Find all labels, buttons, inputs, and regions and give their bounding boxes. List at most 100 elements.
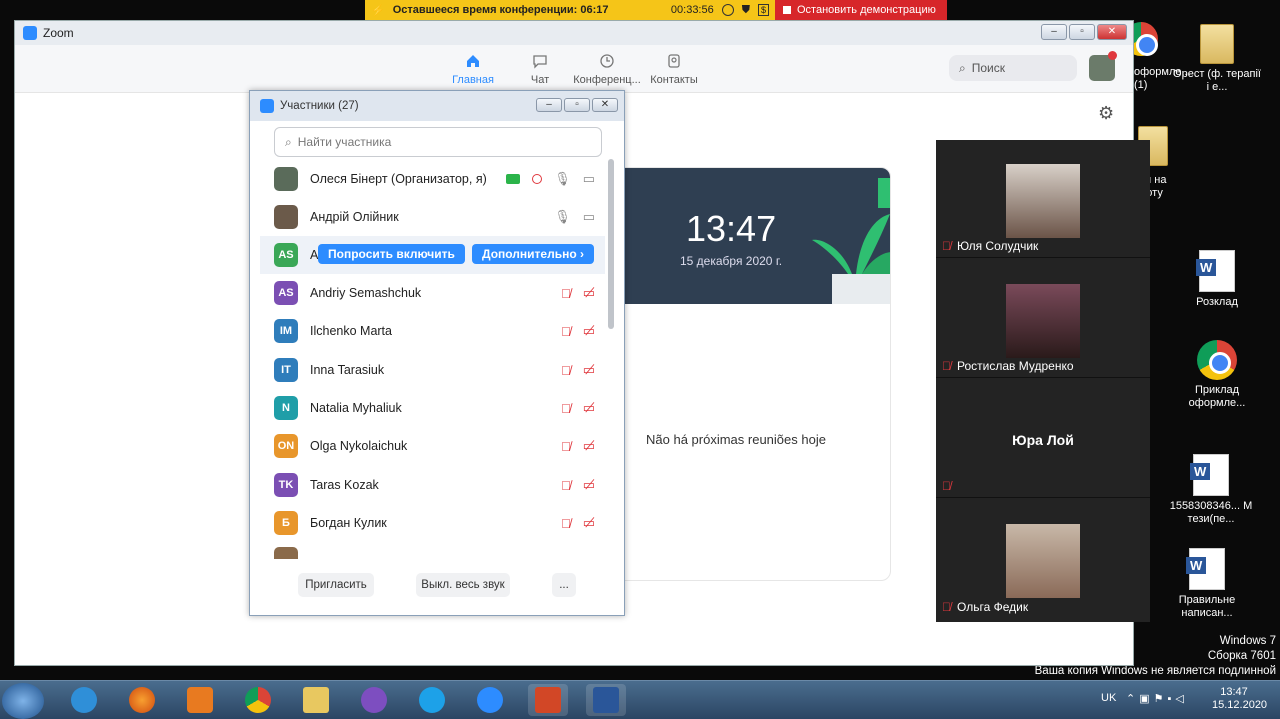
stop-share-button[interactable]: Остановить демонстрацию (775, 0, 947, 20)
mute-all-button[interactable]: Выкл. весь звук (416, 573, 510, 597)
media-player-icon[interactable] (180, 684, 220, 716)
minimize-button[interactable]: – (536, 98, 562, 112)
mic-muted-icon: 🎙̸ (942, 239, 951, 253)
bolt-icon: ⚡ (371, 4, 385, 17)
mic-muted-icon[interactable]: 🎙̸ (561, 286, 571, 301)
participants-titlebar: Участники (27) – ▫ ✕ (250, 91, 624, 121)
desktop-icon-rozklad[interactable]: W Розклад (1172, 250, 1262, 309)
maximize-button[interactable]: ▫ (564, 98, 590, 112)
desktop-icon-pryklad[interactable]: Приклад оформле... (1172, 340, 1262, 410)
participant-name: Олеся Бінерт (Организатор, я) (310, 172, 487, 186)
participant-row[interactable]: AS Andriy Semashchuk 🎙̸ ▭̸ (260, 274, 605, 312)
language-indicator[interactable]: UK (1101, 692, 1116, 704)
stop-icon (783, 6, 791, 14)
mic-muted-icon[interactable]: 🎙̸ (561, 439, 571, 454)
participant-name: Андрій Олійник (310, 210, 399, 224)
mic-muted-icon[interactable]: 🎙̸ (561, 516, 571, 531)
contacts-icon (668, 54, 680, 68)
invite-button[interactable]: Пригласить (298, 573, 374, 597)
participant-row[interactable]: N Natalia Myhaliuk 🎙̸ ▭̸ (260, 389, 605, 427)
video-tile[interactable]: 🎙̸ Юля Солудчик (936, 140, 1150, 258)
mic-muted-icon[interactable]: 🎙̸ (561, 363, 571, 378)
zoom-app-icon[interactable] (470, 684, 510, 716)
ask-unmute-button[interactable]: Попросить включить (318, 244, 465, 264)
camera-off-icon[interactable]: ▭̸ (583, 285, 595, 301)
camera-icon[interactable]: ▭ (583, 171, 595, 187)
word-doc-icon: W (1196, 250, 1235, 292)
video-tile[interactable]: Юра Лой 🎙̸ (936, 380, 1150, 498)
chrome-icon[interactable] (238, 684, 278, 716)
mic-muted-icon[interactable]: 🎙̸ (561, 324, 571, 339)
camera-off-icon[interactable]: ▭̸ (583, 362, 595, 378)
tab-meetings[interactable]: Конференц... (572, 53, 642, 86)
participant-row[interactable]: IT Inna Tarasiuk 🎙̸ ▭̸ (260, 351, 605, 389)
participant-row[interactable]: AS А Попросить включить Дополнительно › (260, 236, 605, 274)
desktop-icon-pravylne[interactable]: W Правильне написан... (1162, 548, 1252, 620)
video-name: Ростислав Мудренко (957, 359, 1074, 373)
powerpoint-icon[interactable] (528, 684, 568, 716)
explorer-icon[interactable] (296, 684, 336, 716)
close-button[interactable]: ✕ (592, 98, 618, 112)
camera-off-icon[interactable]: ▭̸ (583, 438, 595, 454)
word-icon[interactable] (586, 684, 626, 716)
minimize-button[interactable]: – (1041, 24, 1067, 40)
tab-home[interactable]: Главная (438, 53, 508, 86)
gear-icon[interactable]: ⚙ (1098, 103, 1114, 124)
participant-photo (1006, 524, 1080, 598)
microphone-icon[interactable]: 🎙︎ (554, 209, 571, 225)
firefox-icon[interactable] (122, 684, 162, 716)
mic-muted-icon[interactable]: 🎙̸ (561, 401, 571, 416)
avatar: TK (274, 473, 298, 497)
more-options-button[interactable]: Дополнительно › (472, 244, 595, 264)
search-icon: ⌕ (285, 134, 292, 149)
participant-row[interactable]: Олеся Бінерт (Организатор, я) 🎙︎ ▭ (260, 160, 605, 198)
participant-row[interactable]: Андрій Олійник 🎙︎ ▭ (260, 198, 605, 236)
avatar (274, 205, 298, 229)
chat-icon (533, 55, 547, 69)
participant-row[interactable]: Б Богдан Кулик 🎙̸ ▭̸ (260, 504, 605, 542)
start-button[interactable] (2, 683, 44, 719)
video-tile[interactable]: 🎙̸ Ольга Федик (936, 500, 1150, 618)
clock[interactable]: 13:47 15.12.2020 (1212, 686, 1268, 712)
search-icon: ⌕ (959, 60, 966, 75)
close-button[interactable]: ✕ (1097, 24, 1127, 40)
participant-photo (1006, 284, 1080, 358)
internet-explorer-icon[interactable] (64, 684, 104, 716)
viber-icon[interactable] (354, 684, 394, 716)
shield-icon[interactable]: ⛊ (742, 4, 750, 17)
participant-name: Natalia Myhaliuk (310, 401, 402, 415)
search-input[interactable]: ⌕ Поиск (949, 55, 1077, 81)
word-doc-icon: W (1186, 548, 1225, 590)
participant-row[interactable]: IM Ilchenko Marta 🎙̸ ▭̸ (260, 312, 605, 350)
search-placeholder: Поиск (971, 61, 1005, 75)
maximize-button[interactable]: ▫ (1069, 24, 1095, 40)
video-tile[interactable]: 🎙̸ Ростислав Мудренко (936, 260, 1150, 378)
camera-off-icon[interactable]: ▭̸ (583, 477, 595, 493)
participant-row[interactable]: TK Taras Kozak 🎙̸ ▭̸ (260, 466, 605, 504)
scrollbar[interactable] (608, 159, 614, 329)
microphone-icon[interactable]: 🎙︎ (554, 171, 571, 187)
participant-photo (1006, 164, 1080, 238)
dollar-icon[interactable]: $ (757, 4, 769, 16)
desktop-icon-tezy[interactable]: W 1558308346... М тези(пе... (1166, 454, 1256, 526)
camera-off-icon[interactable]: ▭̸ (583, 323, 595, 339)
camera-off-icon[interactable]: ▭̸ (583, 515, 595, 531)
clock-date: 15.12.2020 (1212, 699, 1268, 711)
avatar (274, 547, 298, 559)
skype-icon[interactable] (412, 684, 452, 716)
desktop-icon-label: Приклад оформле... (1188, 384, 1246, 409)
chrome-icon (1197, 340, 1237, 380)
tab-contacts[interactable]: Контакты (639, 53, 709, 86)
camera-off-icon[interactable]: ▭̸ (583, 400, 595, 416)
stop-share-label: Остановить демонстрацию (797, 4, 936, 16)
find-participant-input[interactable]: ⌕ Найти участника (274, 127, 602, 157)
record-icon[interactable] (721, 4, 734, 16)
camera-icon[interactable]: ▭ (583, 209, 595, 225)
more-button[interactable]: ... (552, 573, 576, 597)
participant-row[interactable]: ON Olga Nykolaichuk 🎙̸ ▭̸ (260, 427, 605, 465)
mic-muted-icon[interactable]: 🎙̸ (561, 478, 571, 493)
avatar: N (274, 396, 298, 420)
tray-icons[interactable]: ⌃▣⚑▪◁ (1126, 692, 1188, 705)
tab-chat[interactable]: Чат (505, 53, 575, 86)
mic-muted-icon: 🎙̸ (942, 359, 951, 373)
